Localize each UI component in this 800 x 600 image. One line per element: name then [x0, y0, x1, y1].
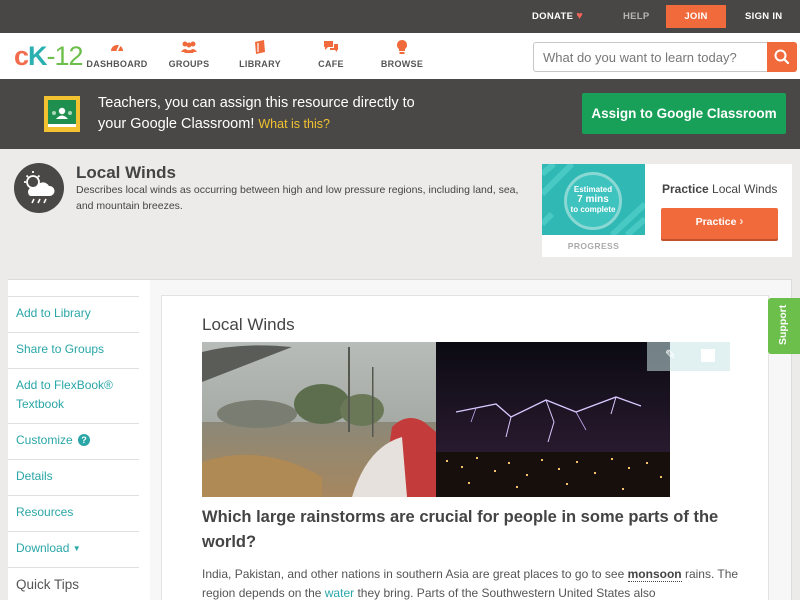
practice-title: Practice Local Winds: [662, 182, 777, 196]
concept-description: Describes local winds as occurring betwe…: [76, 184, 519, 212]
nav-label: LIBRARY: [239, 59, 281, 69]
resources-link[interactable]: Resources: [16, 503, 138, 522]
search-icon: [774, 49, 790, 65]
concept-title: Local Winds: [76, 163, 176, 182]
nav-library[interactable]: LIBRARY: [225, 39, 295, 69]
join-button[interactable]: JOIN: [666, 5, 726, 28]
rainstorm-street-image: [202, 342, 436, 497]
lesson-paragraph: India, Pakistan, and other nations in so…: [202, 565, 747, 600]
logo-c: c: [14, 41, 29, 71]
details-link[interactable]: Details: [16, 467, 138, 486]
support-tab[interactable]: Support: [768, 298, 800, 354]
to-complete-label: to complete: [570, 205, 616, 214]
nav-groups[interactable]: GROUPS: [154, 39, 224, 69]
nav-label: GROUPS: [168, 59, 210, 69]
lesson-question: Which large rainstorms are crucial for p…: [202, 508, 719, 551]
donate-label: DONATE: [532, 11, 574, 22]
groups-icon: [154, 39, 224, 56]
cafe-icon: [296, 39, 366, 56]
logo-k: K: [28, 41, 47, 71]
search-button[interactable]: [767, 42, 797, 72]
weather-storm-icon: [14, 163, 64, 213]
support-label: Support: [777, 304, 789, 345]
divider: [8, 567, 139, 568]
edit-icon[interactable]: ✎: [665, 347, 676, 363]
library-icon: [225, 39, 295, 56]
divider: [8, 495, 139, 496]
search-box: [533, 42, 797, 72]
classroom-line-2: your Google Classroom!: [98, 116, 255, 132]
help-link[interactable]: HELP: [623, 0, 650, 33]
progress-panel: Estimated 7 mins to complete: [542, 164, 645, 235]
divider: [8, 368, 139, 369]
monsoon-term[interactable]: monsoon: [627, 567, 682, 582]
what-is-this-link[interactable]: What is this?: [258, 117, 330, 131]
quick-tips-heading[interactable]: Quick Tips: [16, 577, 79, 592]
share-to-groups-link[interactable]: Share to Groups: [16, 340, 138, 359]
browse-icon: [367, 39, 437, 56]
progress-label: PROGRESS: [567, 241, 620, 251]
main-header: cK-12 DASHBOARD GROUPS LIBRARY CAFE BROW…: [0, 33, 800, 79]
nav-cafe[interactable]: CAFE: [296, 39, 366, 69]
download-label: Download: [16, 541, 70, 555]
nav-dashboard[interactable]: DASHBOARD: [82, 39, 152, 69]
logo-12: -12: [46, 41, 84, 71]
dashboard-icon: [82, 39, 152, 56]
assign-google-classroom-button[interactable]: Assign to Google Classroom: [582, 93, 786, 134]
nav-label: DASHBOARD: [86, 59, 148, 69]
divider: [8, 332, 139, 333]
estimated-label: Estimated: [573, 185, 613, 194]
nav-browse[interactable]: BROWSE: [367, 39, 437, 69]
image-toolbar: ✎: [647, 342, 730, 371]
practice-card: Estimated 7 mins to complete PROGRESS Pr…: [542, 164, 792, 257]
ck12-logo[interactable]: cK-12: [14, 41, 84, 71]
content-title: Local Winds: [202, 315, 295, 334]
para-text-1: India, Pakistan, and other nations in so…: [202, 567, 628, 581]
sign-in-link[interactable]: SIGN IN: [745, 0, 782, 33]
water-link[interactable]: water: [325, 586, 354, 600]
divider: [8, 531, 139, 532]
customize-link[interactable]: Customize ?: [16, 431, 138, 450]
notes-icon[interactable]: [701, 349, 715, 362]
add-to-flexbook-link[interactable]: Add to FlexBook® Textbook: [16, 376, 138, 414]
customize-label: Customize: [16, 433, 73, 447]
download-link[interactable]: Download ▼: [16, 539, 138, 558]
estimated-mins: 7 mins: [577, 194, 609, 205]
lightning-city-image: [436, 342, 670, 497]
divider: [8, 423, 139, 424]
nav-label: BROWSE: [380, 59, 424, 69]
add-to-library-link[interactable]: Add to Library: [16, 304, 138, 323]
practice-title-bold: Practice: [662, 182, 709, 196]
chevron-right-icon: ›: [739, 214, 744, 228]
donate-link[interactable]: DONATE ♥: [532, 0, 583, 33]
nav-label: CAFE: [318, 59, 344, 69]
practice-button[interactable]: Practice ›: [661, 208, 778, 239]
classroom-message: Teachers, you can assign this resource d…: [98, 93, 498, 135]
top-utility-bar: DONATE ♥ HELP JOIN SIGN IN: [0, 0, 800, 33]
practice-title-rest: Local Winds: [708, 182, 778, 196]
help-icon[interactable]: ?: [78, 434, 91, 446]
search-input[interactable]: [534, 43, 768, 71]
heart-icon: ♥: [576, 10, 584, 22]
divider: [8, 459, 139, 460]
classroom-line-1: Teachers, you can assign this resource d…: [98, 95, 415, 111]
caret-down-icon: ▼: [72, 544, 81, 553]
para-text-3: they bring. Parts of the Southwestern Un…: [354, 586, 656, 600]
divider: [8, 296, 139, 297]
estimated-time-badge: Estimated 7 mins to complete: [564, 172, 622, 230]
google-classroom-icon: [44, 96, 80, 132]
practice-button-label: Practice: [695, 216, 737, 228]
